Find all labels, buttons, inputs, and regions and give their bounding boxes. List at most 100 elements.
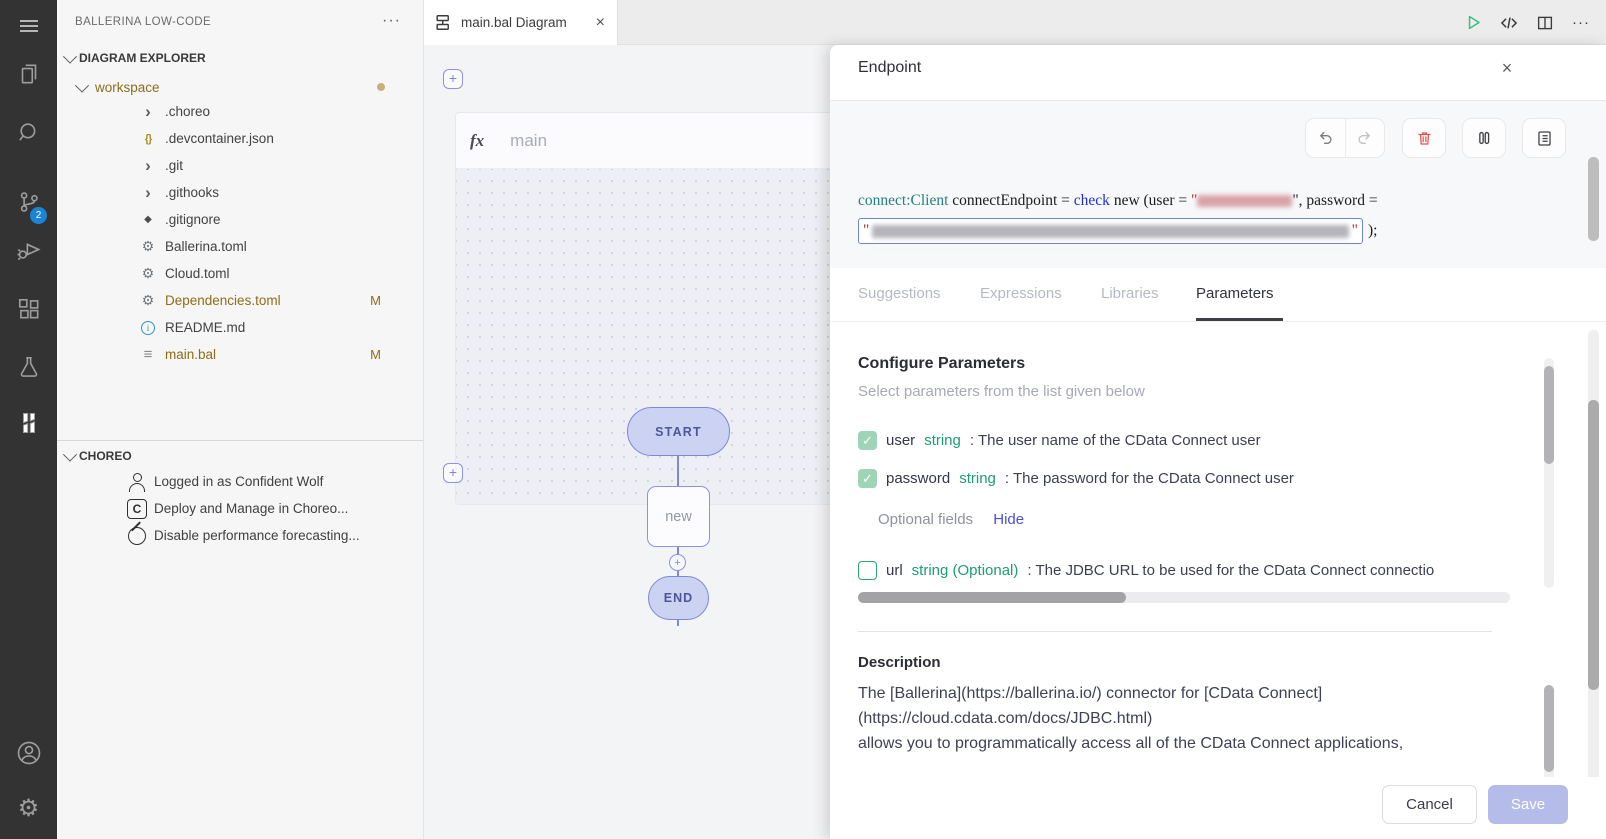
file-type-icon — [139, 293, 157, 309]
panel-scrollbar-thumb[interactable] — [1588, 400, 1599, 690]
endpoint-panel: Endpoint × connect:Client connectEndpoin… — [830, 45, 1606, 839]
file-type-icon — [139, 104, 157, 120]
menu-icon[interactable] — [0, 8, 57, 44]
extensions-icon[interactable] — [0, 291, 57, 327]
file-row[interactable]: Ballerina.toml — [57, 233, 423, 260]
code-token — [1197, 195, 1292, 207]
file-row[interactable]: .gitignore — [57, 206, 423, 233]
code-token: check — [1074, 192, 1110, 209]
choreo-item[interactable]: Logged in as Confident Wolf — [57, 468, 423, 495]
tab-parameters[interactable]: Parameters — [1196, 285, 1274, 302]
tab-close-icon[interactable]: × — [596, 14, 605, 32]
params-vertical-scrollbar[interactable] — [1544, 358, 1554, 588]
param-row-url: url string (Optional) : The JDBC URL to … — [858, 561, 1508, 580]
param-row-password: password string : The password for the C… — [858, 469, 1508, 488]
file-type-icon — [139, 131, 157, 147]
show-source-icon[interactable] — [1498, 12, 1520, 34]
diagram-icon — [434, 13, 453, 32]
file-type-icon — [139, 320, 157, 336]
search-icon[interactable] — [0, 114, 57, 150]
account-icon[interactable] — [0, 735, 57, 771]
undo-icon[interactable] — [1306, 119, 1345, 157]
save-button[interactable]: Save — [1488, 785, 1568, 824]
tab-libraries[interactable]: Libraries — [1101, 285, 1159, 302]
tab-title: main.bal Diagram — [461, 15, 588, 30]
file-tree: .choreo .devcontainer.json .git .githook… — [57, 98, 423, 368]
section-divider — [57, 440, 423, 441]
canvas-add-button-bottom[interactable]: + — [443, 463, 463, 483]
sidebar-title: BALLERINA LOW-CODE — [75, 16, 211, 28]
optional-fields-row: Optional fields Hide — [878, 511, 1024, 528]
user-checkbox[interactable] — [858, 431, 877, 450]
file-row[interactable]: .git — [57, 152, 423, 179]
editor-actions: ··· — [1462, 0, 1592, 45]
end-node[interactable]: END — [648, 576, 709, 620]
run-icon[interactable] — [1462, 12, 1484, 34]
file-type-icon — [139, 266, 157, 282]
settings-gear-icon[interactable]: ⚙ — [0, 790, 57, 826]
fx-icon: fx — [470, 131, 484, 151]
canvas-add-button-top[interactable]: + — [443, 69, 463, 89]
file-name: .choreo — [165, 104, 210, 119]
modified-badge: M — [370, 293, 381, 308]
choreo-item-label: Disable performance forecasting... — [154, 528, 360, 543]
tab-expressions[interactable]: Expressions — [980, 285, 1062, 302]
file-row[interactable]: main.bal M — [57, 341, 423, 368]
h-scrollbar-thumb[interactable] — [858, 592, 1126, 603]
activity-bar: 2 ⚙ — [0, 0, 57, 839]
duplicate-icon[interactable] — [1462, 118, 1506, 158]
connector-add-button[interactable]: + — [669, 554, 686, 571]
params-horizontal-scrollbar[interactable] — [858, 592, 1510, 603]
delete-icon[interactable] — [1402, 118, 1446, 158]
more-actions-icon[interactable]: ··· — [1570, 12, 1592, 34]
choreo-item[interactable]: Disable performance forecasting... — [57, 522, 423, 549]
code-token: connectEndpoint = — [948, 192, 1073, 209]
file-name: .devcontainer.json — [165, 131, 274, 146]
run-debug-icon[interactable] — [0, 231, 57, 267]
endpoint-code[interactable]: connect:Client connectEndpoint = check n… — [858, 189, 1558, 244]
workspace-row[interactable]: workspace — [57, 76, 423, 98]
redo-icon[interactable] — [1345, 119, 1384, 157]
file-row[interactable]: README.md — [57, 314, 423, 341]
tab-suggestions[interactable]: Suggestions — [858, 285, 941, 302]
file-row[interactable]: Dependencies.toml M — [57, 287, 423, 314]
code-token: new (user = — [1110, 192, 1191, 209]
code-scrollbar-thumb[interactable] — [1588, 157, 1599, 241]
chevron-down-icon — [75, 79, 89, 93]
sidebar-more-icon[interactable]: ··· — [382, 12, 401, 30]
file-type-icon — [139, 212, 157, 228]
start-node[interactable]: START — [627, 407, 730, 456]
cancel-button[interactable]: Cancel — [1382, 785, 1477, 824]
file-row[interactable]: Cloud.toml — [57, 260, 423, 287]
password-checkbox[interactable] — [858, 469, 877, 488]
panel-close-icon[interactable]: × — [1494, 55, 1520, 81]
file-row[interactable]: .githooks — [57, 179, 423, 206]
code-token: ", password = — [1292, 192, 1377, 209]
code-suffix: ); — [1368, 222, 1377, 240]
choreo-header[interactable]: CHOREO — [65, 449, 132, 463]
hide-link[interactable]: Hide — [993, 511, 1024, 528]
file-name: .git — [165, 158, 183, 173]
split-editor-icon[interactable] — [1534, 12, 1556, 34]
new-node[interactable]: new — [647, 486, 710, 547]
tab-main-bal-diagram[interactable]: main.bal Diagram × — [424, 0, 618, 45]
ballerina-icon[interactable] — [0, 405, 57, 441]
file-name: Ballerina.toml — [165, 239, 247, 254]
source-control-icon[interactable]: 2 — [0, 184, 57, 220]
explorer-icon[interactable] — [0, 56, 57, 92]
description-line: The [Ballerina](https://ballerina.io/) c… — [858, 681, 1534, 706]
panel-scrollbar[interactable] — [1588, 105, 1599, 831]
file-row[interactable]: .devcontainer.json — [57, 125, 423, 152]
file-type-icon — [139, 185, 157, 201]
choreo-item-label: Deploy and Manage in Choreo... — [154, 501, 348, 516]
code-token: connect:Client — [858, 192, 948, 209]
diagram-explorer-header[interactable]: DIAGRAM EXPLORER — [65, 51, 206, 65]
param-row-user: user string : The user name of the CData… — [858, 431, 1508, 450]
password-input-box[interactable]: "" — [858, 218, 1363, 244]
testing-icon[interactable] — [0, 349, 57, 385]
url-checkbox[interactable] — [858, 561, 877, 580]
choreo-item[interactable]: Deploy and Manage in Choreo... — [57, 495, 423, 522]
docs-icon[interactable] — [1522, 118, 1566, 158]
file-type-icon — [139, 239, 157, 255]
file-row[interactable]: .choreo — [57, 98, 423, 125]
